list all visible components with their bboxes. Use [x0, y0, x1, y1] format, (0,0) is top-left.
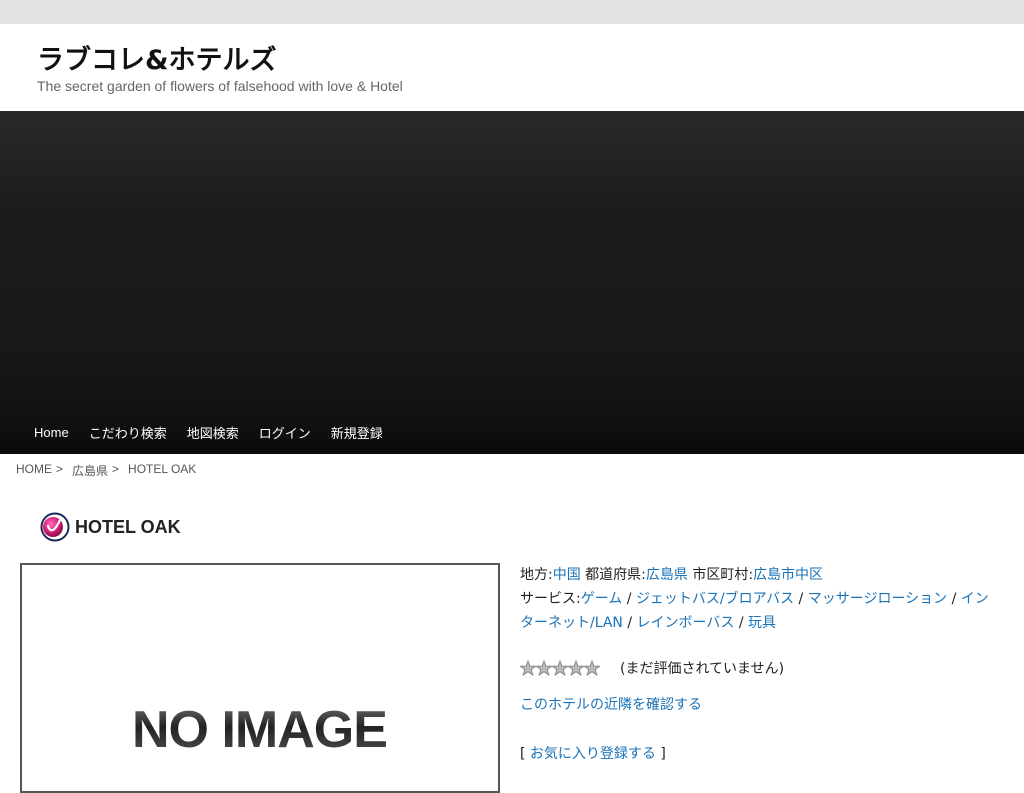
- hotel-logo-icon: [40, 512, 70, 542]
- main-nav: Home こだわり検索 地図検索 ログイン 新規登録: [0, 410, 1024, 454]
- star-icon[interactable]: [568, 660, 584, 676]
- service-game[interactable]: ゲーム: [581, 591, 623, 607]
- top-bar: [0, 0, 1024, 24]
- bracket-close: ]: [660, 746, 666, 762]
- location-line: 地方:中国 都道府県:広島県 市区町村:広島市中区: [520, 563, 1000, 587]
- breadcrumb-separator: >: [56, 462, 64, 476]
- area-link[interactable]: 中国: [553, 567, 581, 583]
- star-icon[interactable]: [536, 660, 552, 676]
- star-icon[interactable]: [552, 660, 568, 676]
- breadcrumb-current: HOTEL OAK: [128, 462, 197, 476]
- rating-row: (まだ評価されていません): [520, 658, 784, 678]
- service-rainbow-bath[interactable]: レインボーバス: [637, 615, 735, 631]
- breadcrumb-home[interactable]: HOME: [16, 462, 52, 479]
- area-label: 地方:: [520, 567, 553, 583]
- nav-home[interactable]: Home: [24, 425, 79, 440]
- breadcrumb-region[interactable]: 広島県: [72, 462, 108, 479]
- service-separator: /: [794, 591, 808, 607]
- service-massage-lotion[interactable]: マッサージローション: [808, 591, 947, 607]
- star-icon[interactable]: [520, 660, 536, 676]
- bracket-open: [: [520, 746, 526, 762]
- nav-login[interactable]: ログイン: [249, 423, 321, 442]
- nearby-row: このホテルの近隣を確認する: [520, 694, 702, 714]
- breadcrumb-separator: >: [112, 462, 120, 476]
- service-separator: /: [622, 615, 637, 631]
- service-separator: /: [734, 615, 749, 631]
- header-banner: [0, 111, 1024, 454]
- service-jetbath[interactable]: ジェットバス/ブロアバス: [636, 591, 794, 607]
- page-title: HOTEL OAK: [75, 516, 181, 537]
- nav-detail-search[interactable]: こだわり検索: [79, 423, 177, 442]
- star-icon[interactable]: [584, 660, 600, 676]
- city-label: 市区町村:: [692, 567, 754, 583]
- service-toys[interactable]: 玩具: [748, 615, 776, 631]
- pref-label: 都道府県:: [585, 567, 646, 583]
- nearby-link[interactable]: このホテルの近隣を確認する: [520, 697, 702, 713]
- city-link[interactable]: 広島市中区: [753, 567, 823, 583]
- rating-stars[interactable]: [520, 660, 600, 676]
- breadcrumb: HOME > 広島県 > HOTEL OAK: [16, 462, 196, 479]
- service-separator: /: [947, 591, 961, 607]
- no-image-placeholder: NO IMAGE: [132, 701, 388, 759]
- site-title[interactable]: ラブコレ&ホテルズ: [37, 38, 277, 77]
- pref-link[interactable]: 広島県: [646, 567, 688, 583]
- service-label: サービス:: [520, 591, 581, 607]
- services-line: サービス:ゲーム / ジェットバス/ブロアバス / マッサージローション / イ…: [520, 587, 1000, 635]
- hotel-photo: NO IMAGE: [20, 563, 500, 793]
- site-header: ラブコレ&ホテルズ The secret garden of flowers o…: [0, 24, 1024, 111]
- favorite-row: [ お気に入り登録する ]: [520, 743, 666, 763]
- site-description: The secret garden of flowers of falsehoo…: [37, 78, 403, 94]
- rating-text: (まだ評価されていません): [620, 661, 785, 677]
- service-separator: /: [622, 591, 636, 607]
- nav-register[interactable]: 新規登録: [321, 423, 393, 442]
- hotel-info: 地方:中国 都道府県:広島県 市区町村:広島市中区 サービス:ゲーム / ジェッ…: [520, 563, 1000, 635]
- add-favorite-link[interactable]: お気に入り登録する: [530, 746, 656, 762]
- page-title-row: HOTEL OAK: [40, 512, 181, 542]
- nav-map-search[interactable]: 地図検索: [177, 423, 249, 442]
